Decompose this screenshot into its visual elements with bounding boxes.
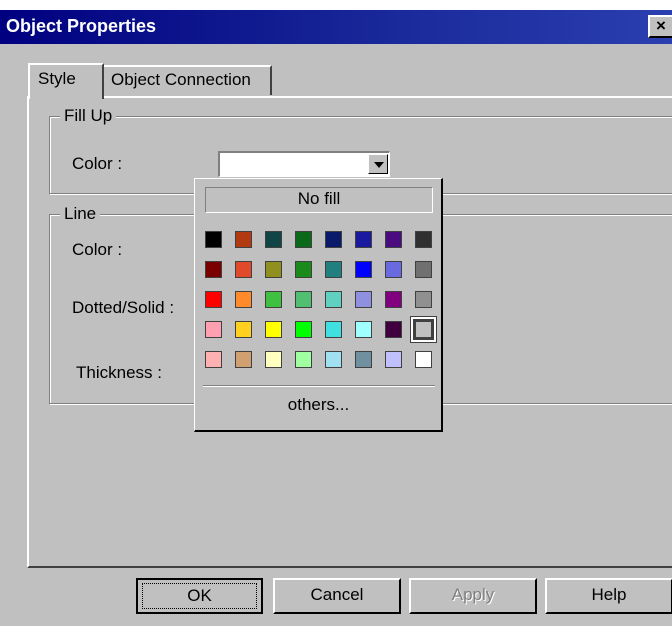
help-button[interactable]: Help	[545, 578, 672, 614]
color-swatch[interactable]	[265, 291, 282, 308]
color-picker-popup: No fill others...	[194, 178, 443, 432]
color-swatch[interactable]	[295, 351, 312, 368]
color-swatch[interactable]	[385, 321, 402, 338]
popup-separator	[203, 385, 435, 387]
color-swatch[interactable]	[415, 231, 432, 248]
color-swatch[interactable]	[355, 231, 372, 248]
color-swatch[interactable]	[325, 351, 342, 368]
color-swatch[interactable]	[265, 351, 282, 368]
color-swatch[interactable]	[265, 321, 282, 338]
color-swatch[interactable]	[235, 321, 252, 338]
color-swatch[interactable]	[385, 351, 402, 368]
color-swatch[interactable]	[235, 291, 252, 308]
color-swatch[interactable]	[355, 291, 372, 308]
title-bar[interactable]: Object Properties ×	[0, 10, 672, 44]
color-swatch[interactable]	[415, 291, 432, 308]
window-title: Object Properties	[6, 16, 157, 36]
color-swatch[interactable]	[205, 231, 222, 248]
cancel-button[interactable]: Cancel	[273, 578, 401, 614]
color-swatch[interactable]	[325, 261, 342, 278]
color-swatch[interactable]	[205, 321, 222, 338]
color-swatch[interactable]	[295, 291, 312, 308]
color-swatch[interactable]	[385, 231, 402, 248]
color-swatch[interactable]	[325, 321, 342, 338]
color-swatch[interactable]	[411, 317, 436, 342]
color-swatch[interactable]	[265, 261, 282, 278]
color-swatch[interactable]	[355, 261, 372, 278]
line-color-label: Color :	[72, 240, 123, 259]
color-swatch[interactable]	[235, 351, 252, 368]
color-swatch[interactable]	[385, 291, 402, 308]
apply-button[interactable]: Apply	[409, 578, 537, 614]
fill-color-dropdown[interactable]	[218, 151, 390, 177]
color-swatch[interactable]	[205, 351, 222, 368]
fill-up-legend: Fill Up	[60, 106, 117, 126]
line-legend: Line	[60, 204, 101, 224]
thickness-label: Thickness :	[76, 363, 162, 382]
color-swatch[interactable]	[235, 231, 252, 248]
color-swatch[interactable]	[355, 321, 372, 338]
color-swatch[interactable]	[325, 231, 342, 248]
color-swatch[interactable]	[265, 231, 282, 248]
ok-button[interactable]: OK	[136, 578, 263, 614]
color-swatch[interactable]	[295, 231, 312, 248]
fill-color-label: Color :	[72, 154, 123, 173]
color-swatch[interactable]	[415, 351, 432, 368]
others-button[interactable]: others...	[195, 395, 442, 415]
color-swatch[interactable]	[415, 261, 432, 278]
color-swatch[interactable]	[385, 261, 402, 278]
dotted-solid-label: Dotted/Solid :	[72, 298, 175, 317]
color-swatch[interactable]	[235, 261, 252, 278]
tab-style[interactable]: Style	[28, 63, 104, 99]
color-swatch[interactable]	[205, 261, 222, 278]
color-swatch[interactable]	[295, 261, 312, 278]
color-swatch[interactable]	[205, 291, 222, 308]
close-icon: ×	[656, 16, 666, 35]
object-properties-dialog: Object Properties × Style Object Connect…	[0, 10, 672, 626]
tab-object-connection[interactable]: Object Connection	[101, 65, 272, 95]
color-swatch[interactable]	[325, 291, 342, 308]
color-swatch[interactable]	[295, 321, 312, 338]
ok-label: OK	[142, 583, 257, 609]
close-button[interactable]: ×	[648, 15, 672, 38]
color-swatch[interactable]	[355, 351, 372, 368]
chevron-down-icon[interactable]	[368, 154, 388, 174]
no-fill-button[interactable]: No fill	[205, 187, 433, 213]
